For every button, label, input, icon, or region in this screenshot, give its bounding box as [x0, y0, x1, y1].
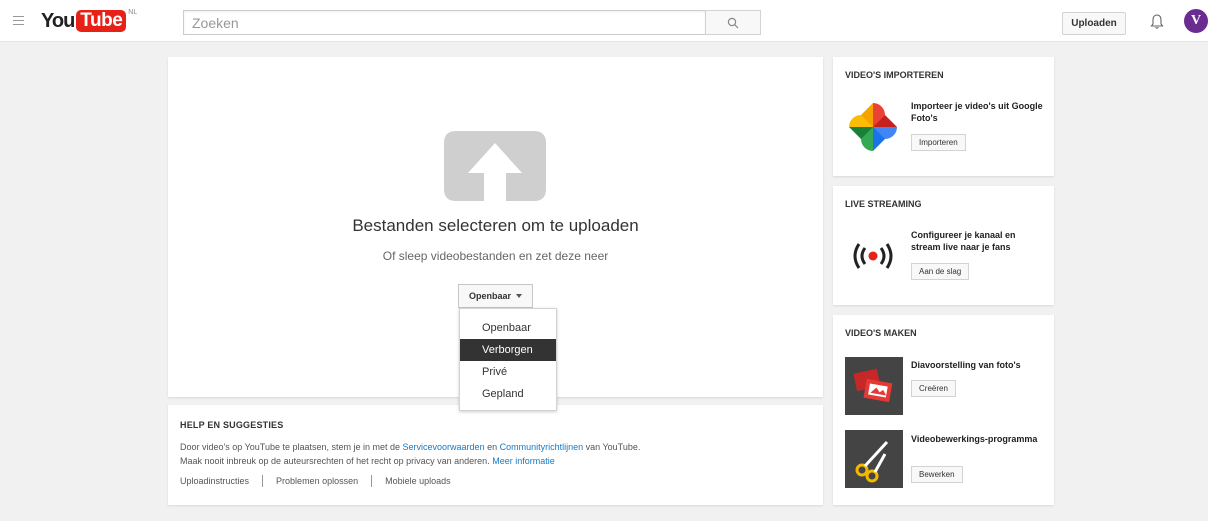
live-title: LIVE STREAMING — [845, 199, 922, 209]
edit-button[interactable]: Bewerken — [911, 466, 963, 483]
divider — [371, 475, 373, 487]
privacy-selected-label: Openbaar — [468, 291, 511, 301]
privacy-option-openbaar[interactable]: Openbaar — [460, 317, 556, 339]
import-videos-card: VIDEO'S IMPORTEREN Importeer je video's … — [833, 57, 1054, 176]
make-title: VIDEO'S MAKEN — [845, 328, 917, 338]
avatar-letter: V — [1190, 13, 1202, 28]
privacy-menu: Openbaar Verborgen Privé Gepland — [459, 308, 557, 411]
help-terms-text-1: Door video's op YouTube te plaatsen, ste… — [180, 442, 403, 452]
photo-slideshow-icon — [845, 357, 903, 415]
youtube-logo[interactable]: You Tube NL — [41, 9, 138, 34]
create-videos-card: VIDEO'S MAKEN Diavoorstelling van foto's… — [833, 315, 1054, 505]
help-terms-line: Door video's op YouTube te plaatsen, ste… — [180, 440, 811, 454]
upload-subtitle: Of sleep videobestanden en zet deze neer — [382, 249, 609, 263]
search-input[interactable] — [183, 10, 705, 35]
menu-icon[interactable] — [13, 16, 24, 25]
google-photos-icon — [849, 103, 897, 151]
live-text: Configureer je kanaal en stream live naa… — [911, 230, 1016, 252]
logo-country-code: NL — [128, 9, 138, 16]
create-button[interactable]: Creëren — [911, 380, 956, 397]
get-started-button[interactable]: Aan de slag — [911, 263, 970, 280]
logo-you: You — [41, 10, 75, 32]
help-terms-text-2: en — [484, 442, 500, 452]
more-info-link[interactable]: Meer informatie — [492, 456, 555, 466]
help-card: HELP EN SUGGESTIES Door video's op YouTu… — [168, 405, 823, 505]
upload-button[interactable]: Uploaden — [1062, 12, 1126, 35]
help-links: Uploadinstructies Problemen oplossen Mob… — [180, 475, 811, 487]
mobile-uploads-link[interactable]: Mobiele uploads — [385, 476, 451, 486]
import-text: Importeer je video's uit Google Foto's — [911, 101, 1043, 123]
search-button[interactable] — [705, 10, 761, 35]
live-broadcast-icon — [853, 243, 893, 269]
search-bar — [183, 10, 761, 35]
notifications-bell-icon[interactable] — [1150, 13, 1164, 30]
privacy-option-verborgen[interactable]: Verborgen — [460, 339, 556, 361]
troubleshooting-link[interactable]: Problemen oplossen — [276, 476, 358, 486]
community-guidelines-link[interactable]: Communityrichtlijnen — [500, 442, 584, 452]
video-editor-scissors-icon — [845, 430, 903, 488]
import-title: VIDEO'S IMPORTEREN — [845, 70, 944, 80]
logo-tube: Tube — [76, 10, 127, 32]
help-copyright-text: Maak nooit inbreuk op de auteursrechten … — [180, 456, 493, 466]
upload-arrow-icon[interactable] — [442, 129, 548, 203]
masthead: You Tube NL Uploaden V — [0, 0, 1208, 42]
avatar[interactable]: V — [1184, 9, 1208, 33]
privacy-option-gepland[interactable]: Gepland — [460, 383, 556, 405]
import-button[interactable]: Importeren — [911, 134, 966, 151]
upload-instructions-link[interactable]: Uploadinstructies — [180, 476, 249, 486]
privacy-option-prive[interactable]: Privé — [460, 361, 556, 383]
editor-text: Videobewerkings-programma — [911, 434, 1038, 444]
divider — [262, 475, 264, 487]
help-copyright-line: Maak nooit inbreuk op de auteursrechten … — [180, 454, 811, 468]
terms-of-service-link[interactable]: Servicevoorwaarden — [403, 442, 485, 452]
search-icon — [727, 17, 739, 28]
privacy-dropdown-button[interactable]: Openbaar — [458, 284, 533, 308]
live-streaming-card: LIVE STREAMING Configureer je kanaal en … — [833, 186, 1054, 305]
upload-title: Bestanden selecteren om te uploaden — [352, 216, 639, 235]
help-title: HELP EN SUGGESTIES — [180, 420, 284, 430]
slideshow-text: Diavoorstelling van foto's — [911, 360, 1021, 370]
caret-down-icon — [516, 294, 522, 298]
help-terms-text-3: van YouTube. — [583, 442, 641, 452]
